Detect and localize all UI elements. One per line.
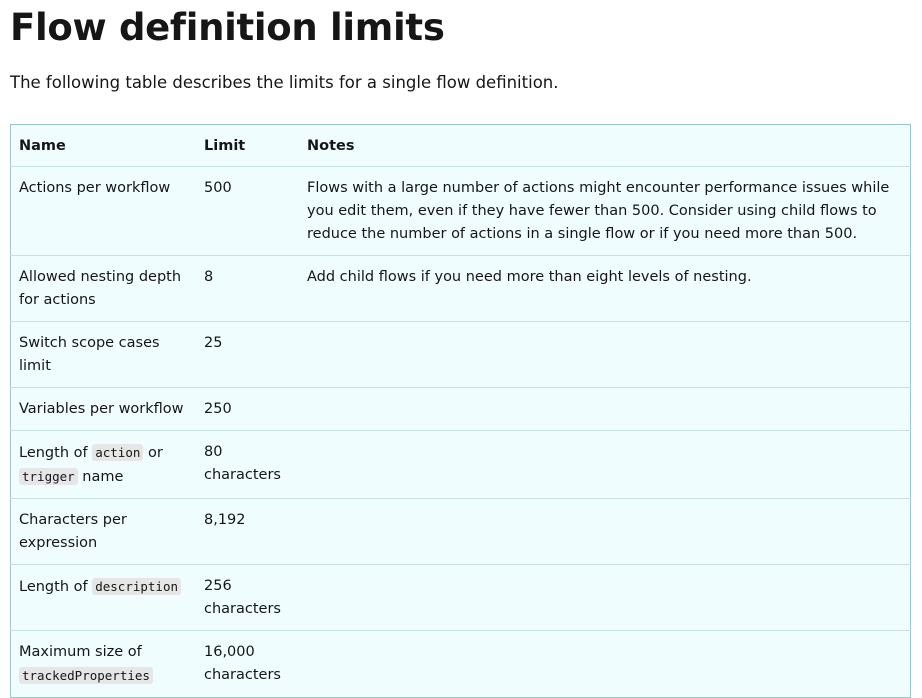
- inline-code-trigger: trigger: [19, 468, 78, 485]
- cell-notes: [299, 564, 911, 631]
- column-header-notes: Notes: [299, 124, 911, 167]
- cell-limit: 8: [196, 255, 299, 322]
- cell-name: Length of description: [10, 564, 196, 631]
- table-row: Switch scope cases limit 25: [10, 321, 911, 388]
- cell-notes: [299, 631, 911, 698]
- inline-code-action: action: [92, 444, 144, 461]
- table-row: Allowed nesting depth for actions 8 Add …: [10, 255, 911, 322]
- cell-notes: [299, 498, 911, 565]
- page-title: Flow definition limits: [10, 6, 445, 49]
- cell-notes: [299, 387, 911, 431]
- table-row: Actions per workflow 500 Flows with a la…: [10, 166, 911, 256]
- table-row: Maximum size of trackedProperties 16,000…: [11, 631, 911, 698]
- intro-paragraph: The following table describes the limits…: [10, 73, 559, 92]
- column-header-name: Name: [10, 124, 196, 167]
- cell-notes: Flows with a large number of actions mig…: [299, 166, 911, 256]
- cell-notes: Add child flows if you need more than ei…: [299, 255, 911, 322]
- name-prefix: Maximum size of: [19, 644, 142, 660]
- table-row: Length of description 256 characters: [10, 564, 911, 631]
- cell-name: Maximum size of trackedProperties: [11, 631, 197, 698]
- cell-name: Characters per expression: [10, 498, 196, 565]
- cell-name: Switch scope cases limit: [10, 321, 196, 388]
- cell-notes: [299, 430, 911, 499]
- name-suffix: name: [77, 469, 124, 485]
- cell-limit: 25: [196, 321, 299, 388]
- cell-limit: 80 characters: [196, 430, 299, 499]
- table-header-row: Name Limit Notes: [10, 124, 911, 167]
- column-header-limit: Limit: [196, 124, 299, 167]
- limits-table: Name Limit Notes Actions per workflow 50…: [10, 124, 911, 698]
- cell-notes: [299, 321, 911, 388]
- cell-limit: 16,000 characters: [204, 644, 281, 683]
- cell-name: Allowed nesting depth for actions: [10, 255, 196, 322]
- table-row: Length of action or trigger name 80 char…: [10, 430, 911, 499]
- cell-limit: 250: [196, 387, 299, 431]
- name-middle: or: [143, 445, 163, 461]
- page: Flow definition limits The following tab…: [0, 0, 922, 698]
- cell-limit: 8,192: [196, 498, 299, 565]
- table-row: Variables per workflow 250: [10, 387, 911, 431]
- inline-code-description: description: [92, 578, 182, 595]
- name-prefix: Length of: [19, 445, 93, 461]
- name-prefix: Length of: [19, 579, 93, 595]
- cell-name: Variables per workflow: [10, 387, 196, 431]
- cell-limit: 500: [196, 166, 299, 256]
- table-row: Characters per expression 8,192: [10, 498, 911, 565]
- cell-name: Actions per workflow: [10, 166, 196, 256]
- cell-name: Length of action or trigger name: [10, 430, 196, 499]
- cell-limit: 256 characters: [196, 564, 299, 631]
